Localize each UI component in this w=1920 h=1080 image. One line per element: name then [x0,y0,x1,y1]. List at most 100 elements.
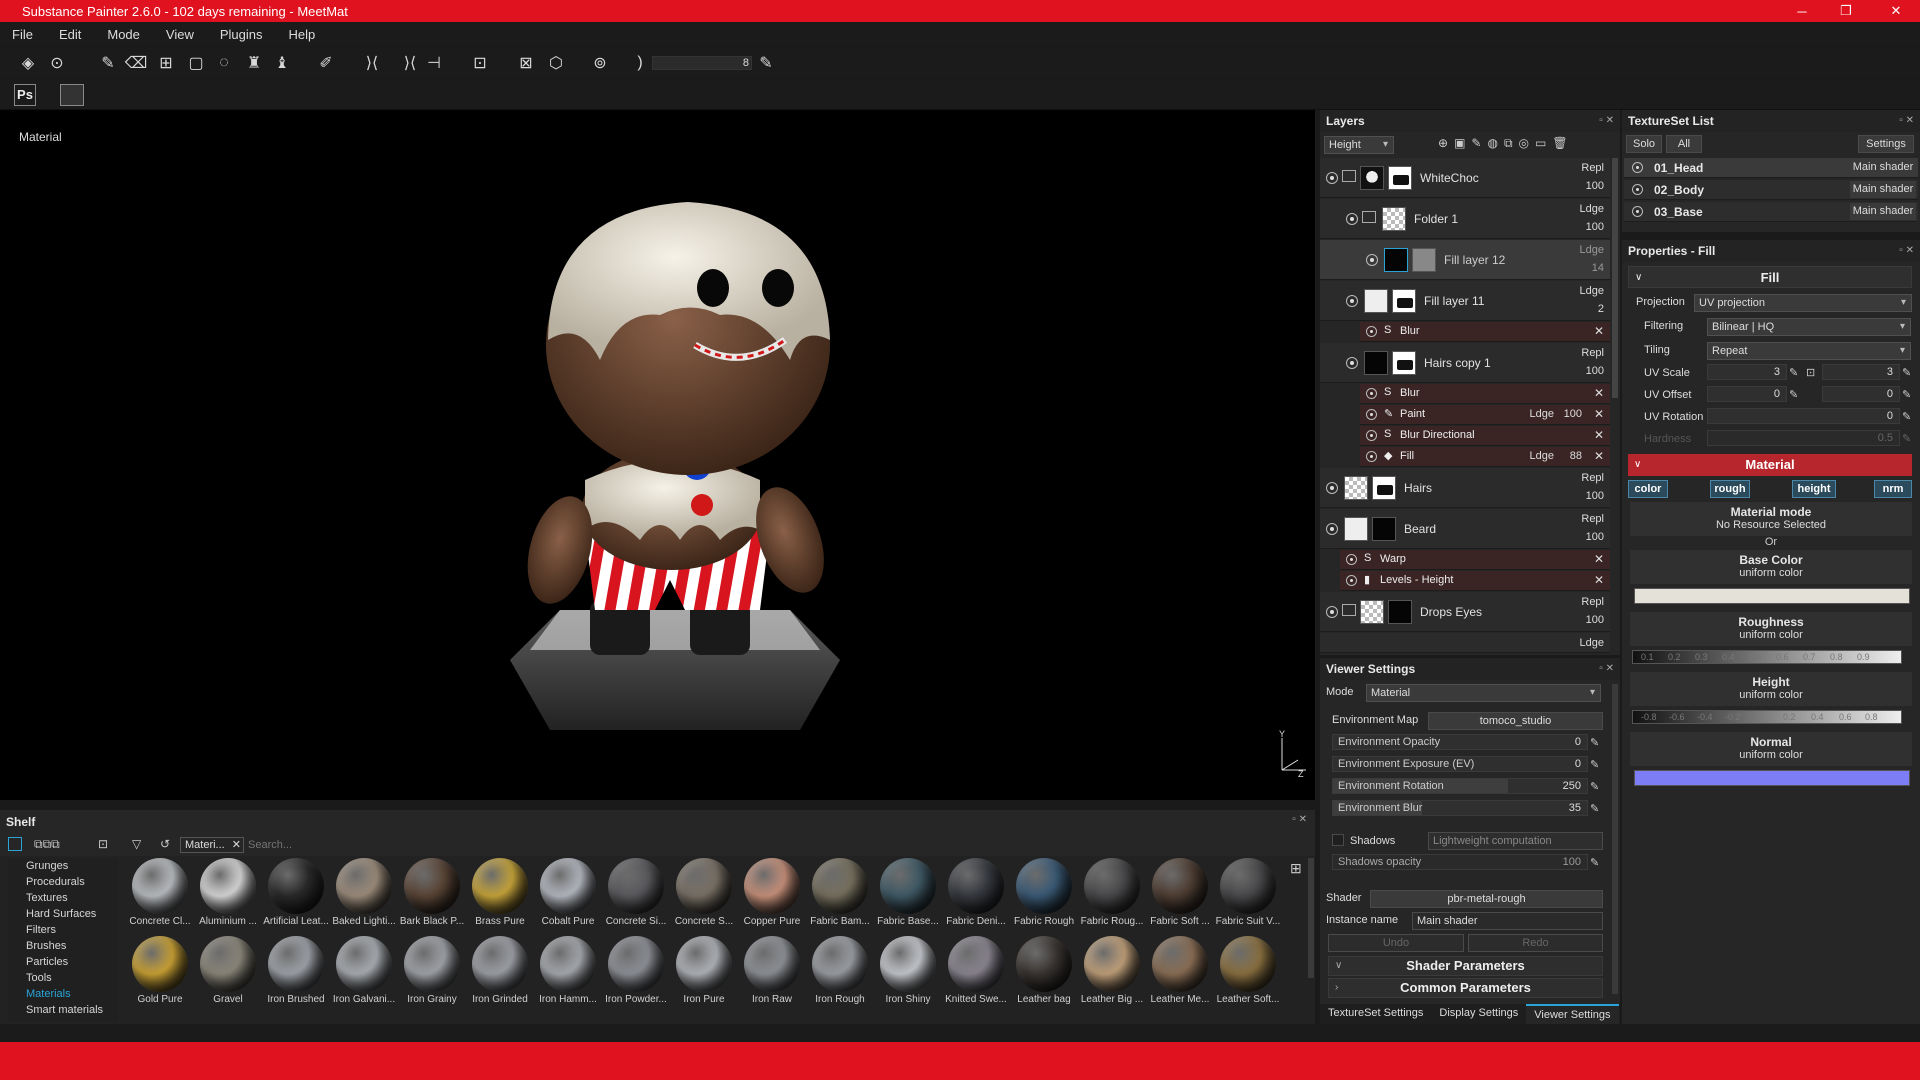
visibility-eye-icon[interactable] [1366,451,1377,462]
textureset-row[interactable]: 01_Head Main shader [1624,158,1918,178]
effect-fill[interactable]: ◆ Fill Ldge 88 ✕ [1360,447,1610,467]
shadows-mode-select[interactable]: Lightweight computation [1428,832,1603,850]
effect-opacity[interactable]: 100 [1564,408,1582,420]
material-thumbnail[interactable]: Leather Soft... [1214,936,1282,1005]
resource-updater-icon[interactable] [60,84,84,106]
shelf-category[interactable]: Tools [8,970,118,986]
material-thumbnail[interactable]: Iron Brushed [262,936,330,1005]
mask-thumbnail[interactable] [1412,247,1436,272]
material-thumbnail[interactable]: Concrete S... [670,858,738,927]
edit-pencil-icon[interactable]: ✎ [1789,366,1801,379]
delete-layer-icon[interactable]: 🗑 [1552,136,1567,154]
visibility-eye-icon[interactable] [1326,481,1338,494]
mode-select[interactable]: Material [1366,684,1601,702]
projection-icon[interactable]: ⊞ [156,53,176,73]
panel-close-icon[interactable]: ▫ ✕ [1899,110,1914,132]
polygon-fill-icon[interactable]: ▢ [186,53,206,73]
edit-pencil-icon[interactable]: ✎ [1902,388,1914,401]
visibility-eye-icon[interactable] [1366,409,1377,420]
brush-size-slider[interactable]: 8 [652,56,752,70]
material-section-header[interactable]: ∨ Material [1628,454,1912,476]
effect-warp[interactable]: S Warp ✕ [1340,550,1610,570]
material-thumbnail[interactable]: Brass Pure [466,858,534,927]
redo-button[interactable]: Redo [1468,934,1603,952]
material-thumbnail[interactable]: Concrete Cl... [126,858,194,927]
shelf-category[interactable]: Particles [8,954,118,970]
uv-offset-v-slider[interactable]: 0 [1822,386,1900,402]
height-slider[interactable]: -0.8 -0.6 -0.4 -0.2 0.2 0.4 0.6 0.8 [1632,710,1902,724]
maximize-button[interactable]: ❐ [1824,0,1868,22]
material-thumbnail[interactable]: Aluminium ... [194,858,262,927]
material-thumbnail[interactable]: Artificial Leat... [262,858,330,927]
env-opacity-slider[interactable]: Environment Opacity 0 [1332,734,1588,750]
visibility-eye-icon[interactable] [1346,294,1358,307]
layer-opacity[interactable]: 100 [1586,365,1604,377]
material-thumbnail[interactable]: Leather Me... [1146,936,1214,1005]
layer-drops-eyes[interactable]: Drops Eyes Repl 100 [1320,592,1610,632]
channel-nrm-toggle[interactable]: nrm [1874,480,1912,498]
material-thumbnail[interactable]: Gold Pure [126,936,194,1005]
remove-effect-icon[interactable]: ✕ [1594,573,1604,587]
layer-partial[interactable]: Ldge [1320,633,1610,653]
layer-opacity[interactable]: 2 [1598,303,1604,315]
material-thumbnail[interactable]: Baked Lighti... [330,858,398,927]
visibility-eye-icon[interactable] [1326,171,1338,184]
layer-channel-select[interactable]: Height [1324,136,1394,154]
layers-scrollbar[interactable] [1612,158,1618,398]
folder-icon[interactable] [1342,170,1356,182]
remove-effect-icon[interactable]: ✕ [1594,552,1604,566]
material-thumbnail[interactable]: Iron Raw [738,936,806,1005]
material-thumbnail[interactable]: Fabric Roug... [1078,858,1146,927]
edit-pencil-icon[interactable]: ✎ [1590,780,1602,793]
channel-rough-toggle[interactable]: rough [1710,480,1750,498]
layer-blend-mode[interactable]: Ldge [1580,244,1604,256]
brush-edit-icon[interactable]: ✎ [756,53,776,73]
shelf-category[interactable]: Materials [8,986,118,1002]
folder-icon[interactable] [1342,604,1356,616]
material-thumbnail[interactable]: Iron Shiny [874,936,942,1005]
photoshop-export-icon[interactable]: Ps [14,84,36,106]
mask-thumbnail[interactable] [1388,599,1412,624]
effect-blend-mode[interactable]: Ldge [1530,450,1554,462]
effect-levels-height[interactable]: ▮ Levels - Height ✕ [1340,571,1610,591]
mirror-icon[interactable]: ⟩⟨ [400,53,420,73]
remove-effect-icon[interactable]: ✕ [1594,449,1604,463]
visibility-eye-icon[interactable] [1366,253,1378,266]
smudge-icon[interactable]: ♝ [272,53,292,73]
shelf-category[interactable]: Hard Surfaces [8,906,118,922]
material-thumbnail[interactable]: Iron Powder... [602,936,670,1005]
uv-rotation-slider[interactable]: 0 [1707,408,1900,424]
color-picker-icon[interactable]: ✐ [316,53,336,73]
layer-blend-mode[interactable]: Ldge [1580,285,1604,297]
slice-icon[interactable]: ⊣ [424,53,444,73]
textureset-shader[interactable]: Main shader [1850,181,1916,198]
visibility-eye-icon[interactable] [1366,430,1377,441]
add-mask-icon[interactable]: ▣ [1454,136,1465,154]
visibility-eye-icon[interactable] [1346,575,1357,586]
folder-view-icon[interactable] [8,837,22,851]
layer-fill-layer-12[interactable]: Fill layer 12 Ldge 14 [1320,240,1610,280]
base-color-swatch[interactable] [1634,588,1910,604]
visibility-eye-icon[interactable] [1366,326,1377,337]
fill-section-header[interactable]: ∨ Fill [1628,266,1912,288]
mask-thumbnail[interactable] [1372,516,1396,541]
tab-display-settings[interactable]: Display Settings [1431,1004,1526,1024]
visibility-eye-icon[interactable] [1346,212,1358,225]
channel-height-toggle[interactable]: height [1792,480,1836,498]
panel-close-icon[interactable]: ▫ ✕ [1599,110,1614,132]
grid-view-icon[interactable]: ⊞ [1290,860,1302,877]
material-thumbnail[interactable]: Concrete Si... [602,858,670,927]
layer-blend-mode[interactable]: Repl [1581,513,1604,525]
lock-icon[interactable]: ⊡ [1806,366,1818,379]
add-effect-icon[interactable]: ⊕ [1438,136,1448,154]
edit-pencil-icon[interactable]: ✎ [1902,366,1914,379]
shelf-category[interactable]: Textures [8,890,118,906]
cube-icon[interactable]: ⬡ [546,53,566,73]
edit-pencil-icon[interactable]: ✎ [1902,432,1914,445]
history-icon[interactable]: ⊙ [47,53,67,73]
screenshot-icon[interactable]: ⊚ [590,53,610,73]
visibility-eye-icon[interactable] [1346,554,1357,565]
close-button[interactable]: ✕ [1874,0,1918,22]
material-thumbnail[interactable]: Gravel [194,936,262,1005]
add-folder-icon[interactable]: ▭ [1535,136,1546,154]
